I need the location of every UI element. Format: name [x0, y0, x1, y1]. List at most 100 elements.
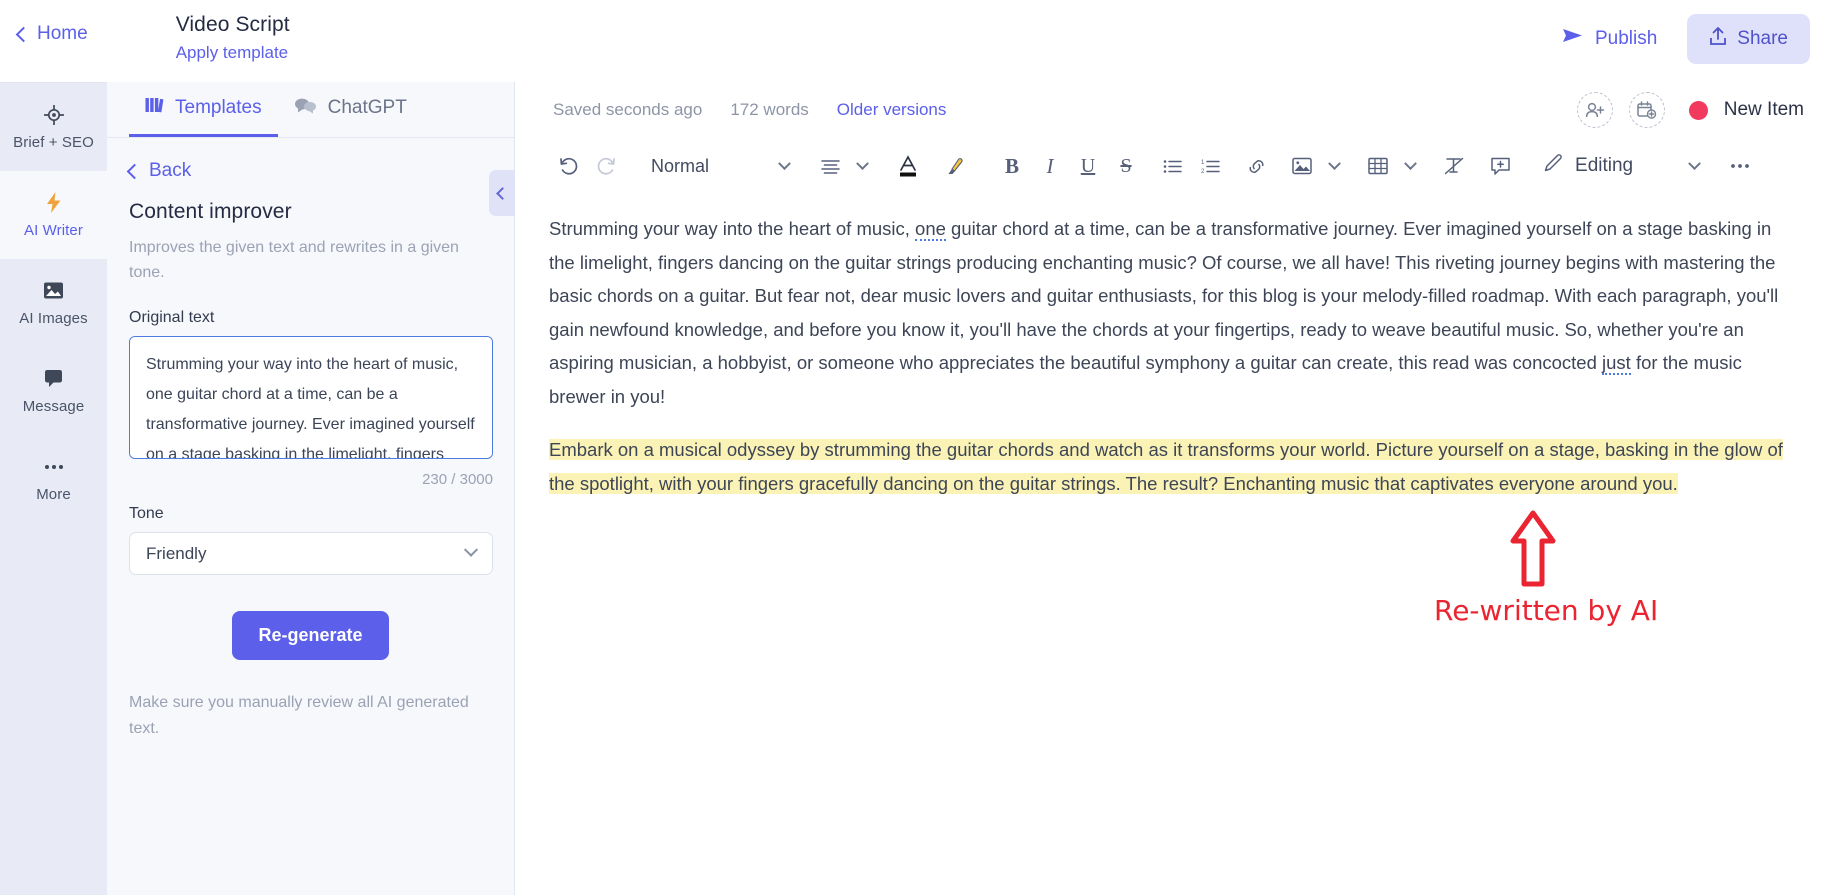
ellipsis-icon [1729, 162, 1751, 170]
tab-label: ChatGPT [328, 97, 407, 119]
chevron-down-icon [464, 542, 478, 556]
sidebar-item-message[interactable]: Message [0, 347, 107, 435]
insert-table-button[interactable] [1359, 147, 1397, 185]
sidebar-label: AI Images [19, 310, 87, 327]
sidebar-item-ai-images[interactable]: AI Images [0, 259, 107, 347]
status-dot [1689, 101, 1708, 120]
p1-post: guitar chord at a time, can be a transfo… [549, 218, 1778, 373]
undo-icon [558, 157, 579, 176]
highlighter-icon [943, 155, 965, 177]
paragraph-original[interactable]: Strumming your way into the heart of mus… [549, 212, 1802, 413]
templates-icon [145, 96, 164, 120]
sidebar-label: More [36, 486, 71, 503]
numbered-list-button[interactable]: 1 2 [1191, 147, 1229, 185]
bullet-list-button[interactable] [1153, 147, 1191, 185]
back-link[interactable]: Back [107, 138, 514, 182]
chat-icon [294, 97, 317, 120]
grammar-suggestion-2[interactable]: just [1602, 352, 1631, 375]
text-style-chevron[interactable] [771, 147, 797, 185]
home-link[interactable]: Home [18, 23, 88, 45]
undo-button[interactable] [549, 147, 587, 185]
image-icon [43, 280, 64, 302]
original-text-input[interactable] [129, 336, 493, 459]
tone-label: Tone [129, 505, 492, 523]
tab-label: Templates [175, 97, 262, 119]
comment-plus-icon [1490, 156, 1511, 176]
publish-button[interactable]: Publish [1548, 18, 1671, 60]
left-rail: Brief + SEO AI Writer AI Images [0, 82, 107, 895]
text-style-dropdown[interactable]: Normal [637, 147, 723, 185]
redo-button[interactable] [587, 147, 625, 185]
clear-formatting-button[interactable] [1435, 147, 1473, 185]
top-bar: Home Video Script Apply template Publish [0, 0, 1836, 82]
original-text-wrapper [129, 336, 492, 464]
link-icon [1246, 158, 1267, 175]
add-person-button[interactable] [1577, 92, 1613, 128]
apply-template-link[interactable]: Apply template [176, 40, 290, 66]
chat-bubble-icon [43, 368, 64, 390]
text-color-icon [897, 154, 919, 178]
original-text-label: Original text [129, 309, 492, 327]
character-counter: 230 / 3000 [129, 471, 493, 488]
align-icon [821, 159, 840, 174]
sidebar-label: AI Writer [24, 222, 83, 239]
older-versions-link[interactable]: Older versions [837, 100, 947, 120]
table-chevron[interactable] [1397, 147, 1423, 185]
ellipsis-icon [43, 456, 65, 478]
clear-formatting-icon [1443, 156, 1465, 176]
chevron-down-icon [1328, 157, 1341, 170]
insert-image-button[interactable] [1283, 147, 1321, 185]
highlight-button[interactable] [935, 147, 973, 185]
editing-mode-button[interactable]: Editing [1519, 153, 1643, 179]
strikethrough-button[interactable]: S [1107, 147, 1145, 185]
tab-chatgpt[interactable]: ChatGPT [278, 82, 423, 137]
back-label: Back [149, 160, 191, 182]
align-chevron[interactable] [849, 147, 875, 185]
new-item-label[interactable]: New Item [1724, 99, 1804, 121]
templates-panel: Templates ChatGPT Back [107, 82, 515, 895]
svg-text:1: 1 [1201, 160, 1205, 166]
tone-select[interactable]: Friendly [129, 532, 493, 575]
collapse-panel-button[interactable] [489, 170, 515, 216]
more-options-button[interactable] [1721, 147, 1759, 185]
annotation-arrow [1509, 510, 1557, 593]
add-comment-button[interactable] [1481, 147, 1519, 185]
top-bar-actions: Publish Share [1548, 14, 1810, 64]
home-label: Home [37, 23, 88, 45]
regenerate-wrapper: Re-generate [129, 611, 492, 660]
link-button[interactable] [1237, 147, 1275, 185]
bold-button[interactable]: B [993, 147, 1031, 185]
underline-button[interactable]: U [1069, 147, 1107, 185]
tone-value: Friendly [146, 544, 206, 564]
paragraph-rewritten[interactable]: Embark on a musical odyssey by strumming… [549, 439, 1783, 494]
image-chevron[interactable] [1321, 147, 1347, 185]
sidebar-item-more[interactable]: More [0, 435, 107, 523]
paragraph-rewritten-wrapper[interactable]: Embark on a musical odyssey by strumming… [549, 433, 1802, 500]
add-calendar-button[interactable] [1629, 92, 1665, 128]
share-button[interactable]: Share [1687, 14, 1810, 64]
send-icon [1562, 27, 1584, 51]
editing-mode-chevron[interactable] [1681, 147, 1707, 185]
sidebar-item-brief-seo[interactable]: Brief + SEO [0, 83, 107, 171]
calendar-plus-icon [1636, 100, 1657, 120]
italic-button[interactable]: I [1031, 147, 1069, 185]
lightning-icon [46, 192, 62, 214]
saved-status: Saved seconds ago [553, 100, 702, 120]
text-color-button[interactable] [889, 147, 927, 185]
share-label: Share [1737, 28, 1788, 50]
grammar-suggestion[interactable]: one [915, 218, 946, 241]
document-content[interactable]: Strumming your way into the heart of mus… [515, 194, 1836, 895]
upload-icon [1709, 26, 1727, 52]
annotation-label: Re-written by AI [1434, 594, 1658, 627]
tab-templates[interactable]: Templates [129, 82, 278, 137]
chevron-left-icon [16, 26, 32, 42]
regenerate-button[interactable]: Re-generate [232, 611, 388, 660]
template-form: Content improver Improves the given text… [107, 182, 514, 742]
chevron-left-icon [496, 187, 509, 200]
align-button[interactable] [811, 147, 849, 185]
document-titles: Video Script Apply template [176, 10, 290, 66]
word-count: 172 words [730, 100, 808, 120]
bullet-list-icon [1163, 159, 1182, 174]
target-icon [44, 104, 64, 126]
sidebar-item-ai-writer[interactable]: AI Writer [0, 171, 107, 259]
